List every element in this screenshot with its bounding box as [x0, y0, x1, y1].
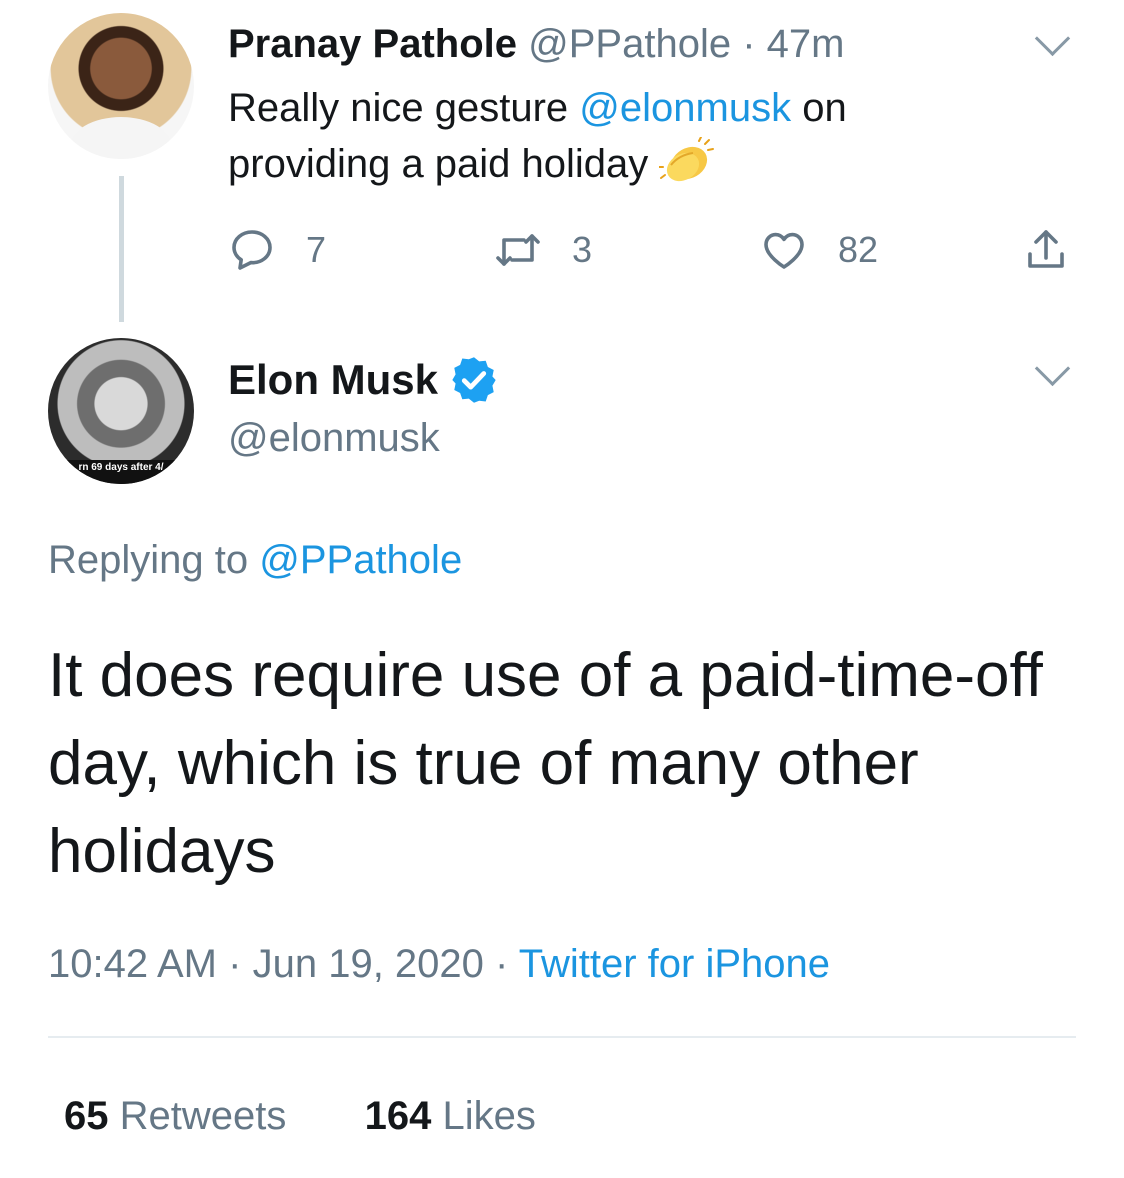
main-tweet-text: It does require use of a paid-time-off d…	[48, 641, 1043, 886]
reply-action[interactable]: 7	[228, 226, 326, 274]
retweet-action[interactable]: 3	[494, 226, 592, 274]
tweet-date[interactable]: Jun 19, 2020	[253, 942, 484, 986]
meta-separator: ·	[742, 22, 756, 66]
tweet-text-part: Really nice gesture	[228, 86, 580, 130]
chevron-down-icon[interactable]	[1034, 20, 1071, 57]
retweet-label: Retweets	[119, 1094, 287, 1138]
like-label: Likes	[442, 1094, 536, 1138]
tweet-header: Pranay Pathole @PPathole · 47m	[228, 18, 844, 70]
divider	[48, 1036, 1076, 1038]
retweet-count: 3	[572, 229, 593, 270]
verified-badge-icon	[452, 357, 496, 403]
author-name[interactable]: Elon Musk	[228, 352, 438, 408]
author-name[interactable]: Pranay Pathole	[228, 22, 517, 66]
thread-connector-line	[119, 176, 124, 322]
replying-prefix: Replying to	[48, 538, 260, 582]
like-action[interactable]: 82	[760, 226, 878, 274]
meta-separator: ·	[228, 942, 242, 986]
author-handle[interactable]: @elonmusk	[228, 412, 440, 464]
reply-count: 7	[306, 229, 327, 270]
tweet-timestamp: 10:42 AM · Jun 19, 2020 · Twitter for iP…	[48, 938, 830, 990]
likes-stat[interactable]: 164 Likes	[365, 1094, 536, 1138]
retweet-icon	[496, 234, 540, 266]
tweet-time[interactable]: 10:42 AM	[48, 942, 217, 986]
share-icon	[1028, 230, 1064, 268]
mention-link[interactable]: @elonmusk	[579, 86, 791, 130]
like-count: 82	[838, 229, 879, 270]
time-ago[interactable]: 47m	[767, 22, 845, 66]
replying-to: Replying to @PPathole	[48, 534, 462, 586]
avatar[interactable]: rn 69 days after 4/	[48, 338, 194, 484]
like-count: 164	[364, 1094, 432, 1138]
avatar-banner-text: rn 69 days after 4/	[48, 460, 194, 484]
retweet-count: 65	[64, 1094, 109, 1138]
tweet-stats: 65 Retweets 164 Likes	[64, 1090, 536, 1142]
meta-separator: ·	[495, 942, 509, 986]
author-handle[interactable]: @PPathole	[528, 22, 731, 66]
reply-icon	[232, 230, 272, 270]
heart-icon	[764, 232, 804, 269]
chevron-down-icon[interactable]	[1034, 350, 1071, 387]
author-name-row: Elon Musk	[228, 352, 500, 408]
retweets-stat[interactable]: 65 Retweets	[64, 1094, 286, 1138]
avatar[interactable]	[48, 13, 194, 159]
clapping-hands-icon	[659, 137, 715, 182]
replying-to-link[interactable]: @PPathole	[259, 538, 462, 582]
share-action[interactable]	[1022, 226, 1070, 274]
tweet-source-link[interactable]: Twitter for iPhone	[519, 942, 830, 986]
parent-tweet-text: Really nice gesture @elonmusk on providi…	[228, 80, 1008, 192]
